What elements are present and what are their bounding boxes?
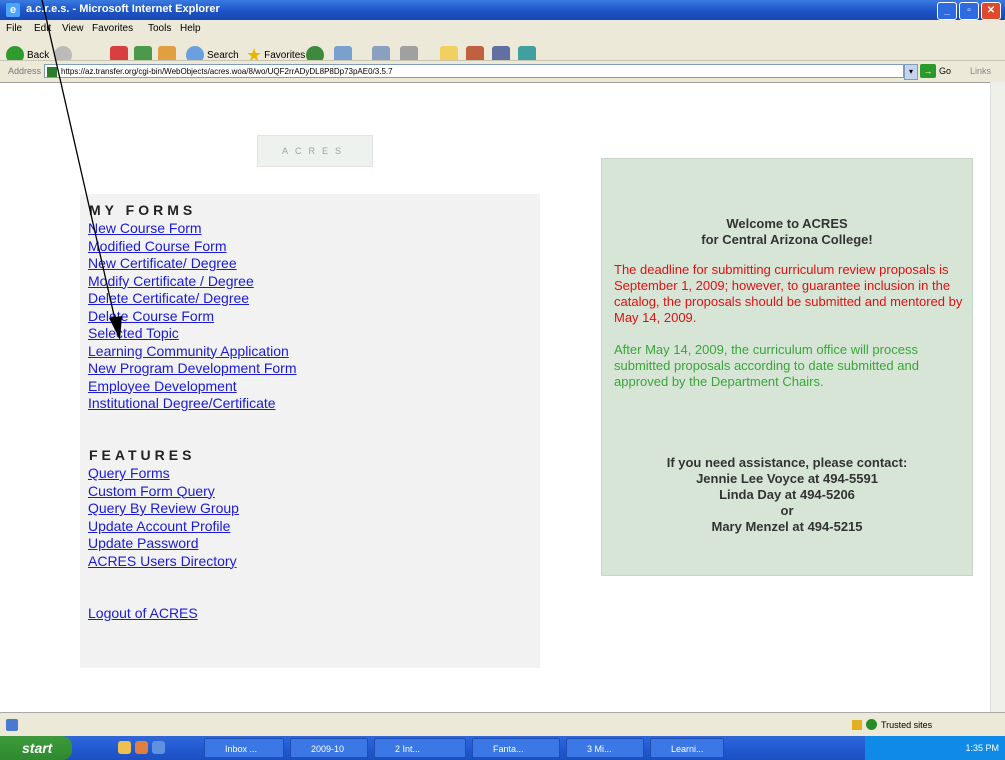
link-custom-form-query[interactable]: Custom Form Query bbox=[88, 483, 239, 501]
link-delete-certificate-degree[interactable]: Delete Certificate/ Degree bbox=[88, 290, 297, 308]
acres-logo: ACRES bbox=[257, 135, 373, 167]
address-bar: Address https://az.transfer.org/cgi-bin/… bbox=[0, 60, 1005, 83]
welcome-panel: Welcome to ACRES for Central Arizona Col… bbox=[601, 158, 973, 576]
taskbar-item-fanta[interactable]: Fanta... bbox=[472, 738, 560, 758]
system-tray: 1:35 PM bbox=[865, 736, 1005, 760]
address-label: Address bbox=[8, 66, 42, 76]
zone-label: Trusted sites bbox=[881, 719, 933, 730]
close-button[interactable]: ✕ bbox=[981, 2, 1001, 20]
menu-bar: File Edit View Favorites Tools Help bbox=[0, 20, 1005, 38]
links-label[interactable]: Links bbox=[970, 66, 991, 76]
status-bar: Trusted sites bbox=[0, 712, 1005, 737]
quick-launch-icon[interactable] bbox=[118, 741, 131, 754]
taskbar-item-learning[interactable]: Learni... bbox=[650, 738, 724, 758]
taskbar-item-internet[interactable]: 2 Int... bbox=[374, 738, 466, 758]
link-delete-course-form[interactable]: Delete Course Form bbox=[88, 308, 297, 326]
welcome-line1: Welcome to ACRES bbox=[726, 216, 848, 231]
quick-launch-icon[interactable] bbox=[152, 741, 165, 754]
welcome-line2: for Central Arizona College! bbox=[701, 232, 873, 247]
ie-icon: e bbox=[6, 3, 20, 17]
menu-favorites[interactable]: Favorites bbox=[92, 23, 133, 34]
my-forms-list: New Course Form Modified Course Form New… bbox=[88, 220, 297, 413]
link-new-course-form[interactable]: New Course Form bbox=[88, 220, 297, 238]
maximize-button[interactable]: ▫ bbox=[959, 2, 979, 20]
logout-container: Logout of ACRES bbox=[88, 605, 198, 623]
title-bar: e a.c.r.e.s. - Microsoft Internet Explor… bbox=[0, 0, 1005, 20]
menu-view[interactable]: View bbox=[62, 23, 84, 34]
back-label: Back bbox=[27, 49, 50, 61]
go-arrow-icon: → bbox=[920, 64, 936, 78]
link-new-certificate-degree[interactable]: New Certificate/ Degree bbox=[88, 255, 297, 273]
link-modify-certificate-degree[interactable]: Modify Certificate / Degree bbox=[88, 273, 297, 291]
menu-tools[interactable]: Tools bbox=[148, 23, 171, 34]
menu-help[interactable]: Help bbox=[180, 23, 201, 34]
lock-icon bbox=[852, 719, 862, 730]
taskbar-item-inbox[interactable]: Inbox ... bbox=[204, 738, 284, 758]
contact-or: or bbox=[780, 503, 794, 518]
link-learning-community-application[interactable]: Learning Community Application bbox=[88, 343, 297, 361]
quick-launch bbox=[118, 741, 190, 755]
window-title: a.c.r.e.s. - Microsoft Internet Explorer bbox=[26, 3, 220, 15]
clock: 1:35 PM bbox=[965, 743, 999, 753]
contact-info: If you need assistance, please contact: … bbox=[602, 455, 972, 535]
address-input[interactable]: https://az.transfer.org/cgi-bin/WebObjec… bbox=[44, 64, 904, 78]
contact-1: Jennie Lee Voyce at 494-5591 bbox=[696, 471, 878, 486]
start-button[interactable]: start bbox=[0, 736, 72, 760]
link-query-forms[interactable]: Query Forms bbox=[88, 465, 239, 483]
after-deadline-text: After May 14, 2009, the curriculum offic… bbox=[614, 342, 919, 389]
vertical-scrollbar[interactable] bbox=[990, 82, 1005, 712]
address-url: https://az.transfer.org/cgi-bin/WebObjec… bbox=[61, 67, 393, 76]
features-list: Query Forms Custom Form Query Query By R… bbox=[88, 465, 239, 570]
taskbar: start Inbox ... 2009-10 2 Int... Fanta..… bbox=[0, 736, 1005, 760]
contact-intro: If you need assistance, please contact: bbox=[666, 455, 908, 470]
menu-edit[interactable]: Edit bbox=[34, 23, 51, 34]
address-dropdown[interactable]: ▾ bbox=[904, 64, 918, 80]
deadline-text: The deadline for submitting curriculum r… bbox=[614, 262, 963, 325]
menu-file[interactable]: File bbox=[6, 23, 22, 34]
link-logout[interactable]: Logout of ACRES bbox=[88, 605, 198, 623]
link-employee-development[interactable]: Employee Development bbox=[88, 378, 297, 396]
go-label: Go bbox=[939, 66, 952, 76]
taskbar-item-2009-10[interactable]: 2009-10 bbox=[290, 738, 368, 758]
welcome-heading: Welcome to ACRES for Central Arizona Col… bbox=[602, 216, 972, 248]
trusted-zone-icon bbox=[866, 719, 877, 730]
contact-3: Mary Menzel at 494-5215 bbox=[711, 519, 863, 534]
forms-panel: MY FORMS New Course Form Modified Course… bbox=[80, 194, 540, 668]
link-acres-users-directory[interactable]: ACRES Users Directory bbox=[88, 553, 239, 571]
minimize-button[interactable]: _ bbox=[937, 2, 957, 20]
my-forms-heading: MY FORMS bbox=[89, 202, 197, 218]
page-status-icon bbox=[6, 719, 18, 731]
go-button[interactable]: → Go bbox=[920, 64, 951, 78]
favorites-label: Favorites bbox=[264, 49, 306, 61]
link-update-password[interactable]: Update Password bbox=[88, 535, 239, 553]
link-selected-topic[interactable]: Selected Topic bbox=[88, 325, 297, 343]
link-institutional-degree-certificate[interactable]: Institutional Degree/Certificate bbox=[88, 395, 297, 413]
quick-launch-icon[interactable] bbox=[135, 741, 148, 754]
features-heading: FEATURES bbox=[89, 447, 196, 463]
search-label: Search bbox=[207, 49, 239, 61]
page-icon bbox=[47, 67, 57, 77]
link-new-program-development-form[interactable]: New Program Development Form bbox=[88, 360, 297, 378]
page-content: ACRES MY FORMS New Course Form Modified … bbox=[0, 82, 990, 713]
contact-2: Linda Day at 494-5206 bbox=[719, 487, 855, 502]
link-modified-course-form[interactable]: Modified Course Form bbox=[88, 238, 297, 256]
link-query-by-review-group[interactable]: Query By Review Group bbox=[88, 500, 239, 518]
taskbar-item-mi[interactable]: 3 Mi... bbox=[566, 738, 644, 758]
link-update-account-profile[interactable]: Update Account Profile bbox=[88, 518, 239, 536]
